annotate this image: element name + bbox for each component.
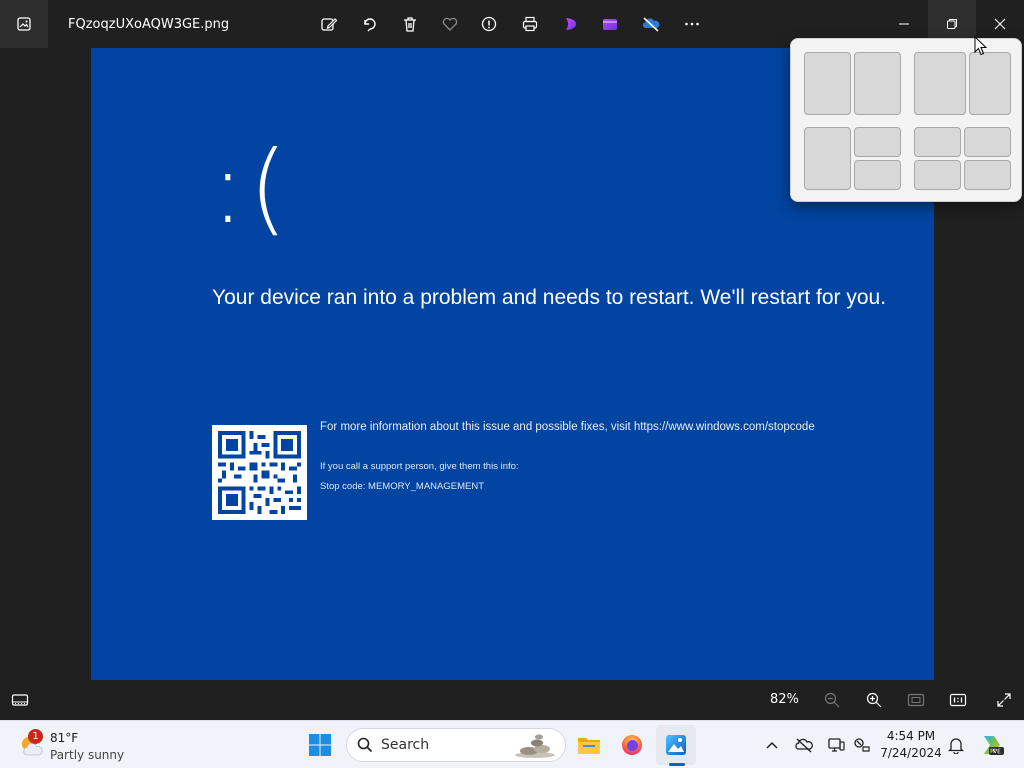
gallery-icon	[17, 17, 31, 31]
onedrive-tray-button[interactable]	[790, 731, 818, 759]
snap-zone-top-right[interactable]	[854, 127, 901, 157]
weather-temperature: 81°F	[50, 731, 79, 745]
snap-layouts-flyout	[790, 38, 1022, 202]
search-label: Search	[381, 737, 430, 753]
bell-icon	[948, 738, 964, 754]
expand-icon	[997, 693, 1011, 707]
info-icon	[481, 16, 497, 32]
show-hidden-icons-button[interactable]	[758, 731, 786, 759]
file-info-button[interactable]	[473, 8, 505, 40]
error-message: Your device ran into a problem and needs…	[212, 286, 887, 309]
firefox-button[interactable]	[612, 725, 652, 765]
fit-window-icon	[907, 693, 925, 707]
snap-zone-bottom-right[interactable]	[854, 160, 901, 190]
bottom-bar: 82%	[0, 680, 1024, 720]
weather-widget[interactable]: 1 81°F Partly sunny	[16, 725, 136, 765]
mouse-cursor-icon	[974, 36, 988, 56]
zoom-out-button[interactable]	[816, 684, 848, 716]
display-settings-button[interactable]	[822, 731, 850, 759]
close-icon	[994, 18, 1006, 30]
more-icon	[685, 22, 699, 26]
display-icon	[828, 738, 845, 752]
weather-description: Partly sunny	[50, 748, 125, 762]
network-volume-button[interactable]	[848, 731, 876, 759]
rotate-icon	[364, 18, 376, 32]
network-status-icon	[854, 738, 870, 752]
start-button[interactable]	[300, 725, 340, 765]
zoom-level[interactable]: 82%	[770, 680, 799, 720]
qr-code-icon	[218, 431, 301, 514]
actual-size-button[interactable]	[942, 684, 974, 716]
zoom-out-icon	[824, 692, 840, 708]
zoom-in-button[interactable]	[858, 684, 890, 716]
info-text: For more information about this issue an…	[320, 421, 815, 433]
onedrive-icon	[642, 17, 660, 32]
actual-size-icon	[949, 693, 967, 707]
print-button[interactable]	[514, 8, 546, 40]
delete-button[interactable]	[394, 8, 426, 40]
clock-time: 4:54 PM	[886, 729, 936, 743]
file-name: FQzoqzUXoAQW3GE.png	[68, 16, 230, 32]
qr-code	[212, 425, 307, 520]
snap-zone-half-left[interactable]	[804, 52, 851, 115]
filmstrip-button[interactable]	[4, 684, 36, 716]
full-screen-button[interactable]	[988, 684, 1020, 716]
delete-icon	[404, 17, 416, 32]
folder-icon	[578, 738, 600, 754]
more-options-button[interactable]	[676, 8, 708, 40]
search-highlight-icon	[515, 734, 555, 758]
file-explorer-button[interactable]	[569, 725, 609, 765]
active-app-indicator	[669, 763, 685, 766]
snap-zone-half-left-stack[interactable]	[804, 127, 851, 190]
filmstrip-icon	[11, 694, 29, 706]
gallery-button[interactable]	[0, 0, 48, 48]
video-editor-button[interactable]	[594, 8, 626, 40]
photos-icon	[666, 735, 686, 755]
support-text: If you call a support person, give them …	[320, 461, 519, 472]
clipchamp-icon	[566, 18, 576, 30]
zoom-in-icon	[866, 692, 882, 708]
sad-face-text: :(	[211, 129, 292, 246]
edit-image-button[interactable]	[313, 8, 345, 40]
copilot-button[interactable]	[978, 731, 1006, 759]
chevron-up-icon	[766, 741, 778, 749]
weather-alert-badge: 1	[28, 729, 43, 744]
favorite-icon	[442, 17, 458, 31]
fit-to-window-button[interactable]	[900, 684, 932, 716]
restore-icon	[947, 19, 957, 29]
firefox-icon	[622, 735, 642, 755]
onedrive-button[interactable]	[635, 8, 667, 40]
windows-logo-icon	[309, 734, 331, 756]
snap-zone-quad-top-left[interactable]	[914, 127, 961, 157]
snap-zone-onethird-right[interactable]	[969, 52, 1011, 115]
photos-app-button[interactable]	[656, 725, 696, 765]
snap-zone-quad-bottom-left[interactable]	[914, 160, 961, 190]
rotate-button[interactable]	[354, 8, 386, 40]
clock-date: 7/24/2024	[880, 746, 942, 760]
video-editor-icon	[603, 19, 617, 30]
favorite-button[interactable]	[434, 8, 466, 40]
photos-app-window: FQzoqzUXoAQW3GE.png:(Your device ran i…	[0, 0, 1024, 768]
system-clock[interactable]: 4:54 PM 7/24/2024	[876, 728, 946, 762]
onedrive-offline-icon	[795, 738, 813, 753]
edit-image-icon	[321, 18, 338, 31]
search-icon	[357, 737, 373, 753]
copilot-pre-icon	[984, 736, 1004, 755]
stop-code-text: Stop code: MEMORY_MANAGEMENT	[320, 481, 485, 492]
taskbar-search[interactable]: Search	[346, 728, 566, 762]
snap-zone-twothirds-left[interactable]	[914, 52, 966, 115]
taskbar: 1 81°F Partly sunny Search 4:54 PM 7/24/…	[0, 720, 1024, 768]
snap-zone-half-right[interactable]	[854, 52, 901, 115]
snap-zone-quad-bottom-right[interactable]	[964, 160, 1011, 190]
notifications-button[interactable]	[942, 731, 970, 759]
clipchamp-button[interactable]	[555, 8, 587, 40]
snap-zone-quad-top-right[interactable]	[964, 127, 1011, 157]
print-icon	[522, 16, 538, 32]
minimize-icon	[899, 23, 909, 25]
